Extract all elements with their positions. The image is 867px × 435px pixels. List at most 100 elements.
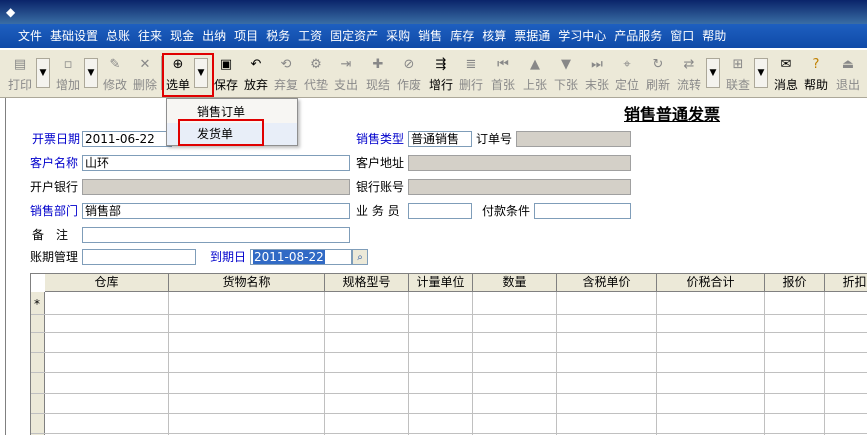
menu-basic-settings[interactable]: 基础设置	[46, 24, 102, 48]
menu-item-sales-order[interactable]: 销售订单	[167, 101, 297, 123]
form-left-border	[5, 98, 6, 435]
menu-help[interactable]: 帮助	[698, 24, 730, 48]
salesman-label: 业 务 员	[356, 204, 400, 218]
printer-icon: ▤	[13, 57, 27, 72]
exit-button[interactable]: ⏏ 退出	[834, 54, 862, 96]
select-label: 选单	[165, 78, 190, 92]
menu-file[interactable]: 文件	[14, 24, 46, 48]
menu-window[interactable]: 窗口	[666, 24, 698, 48]
menu-accounts[interactable]: 往来	[134, 24, 166, 48]
delete-row-button[interactable]: ≣ 删行	[457, 54, 485, 96]
select-doc-icon: ⊕	[172, 57, 184, 72]
due-date-lookup-button[interactable]: ⌕	[352, 249, 368, 265]
void-label: 作废	[396, 78, 421, 92]
col-header-unit[interactable]: 计量单位	[409, 274, 473, 292]
customer-field[interactable]: 山环	[82, 155, 350, 171]
question-icon: ?	[812, 57, 820, 72]
select-dropdown[interactable]: ▼	[194, 58, 208, 88]
toolbar: ▤ 打印 ▼ ▫ 增加 ▼ ✎ 修改 ✕ 删除 ⊕ 选单 ▼ ▣ 保存 ↶ 放弃	[0, 50, 867, 98]
col-header-spec[interactable]: 规格型号	[325, 274, 409, 292]
arrow-down-icon: ▼	[87, 68, 95, 78]
new-doc-icon: ▫	[63, 57, 73, 72]
menu-costing[interactable]: 核算	[478, 24, 510, 48]
void-button[interactable]: ⊘ 作废	[395, 54, 423, 96]
page-title: 销售普通发票	[624, 105, 721, 124]
menu-learning-center[interactable]: 学习中心	[554, 24, 610, 48]
due-date-field[interactable]: 2011-08-22	[250, 249, 352, 265]
bank-account-field[interactable]	[408, 179, 631, 195]
col-header-total[interactable]: 价税合计	[657, 274, 765, 292]
col-header-quote[interactable]: 报价	[765, 274, 825, 292]
cash-button[interactable]: ✚ 现结	[364, 54, 392, 96]
invoice-date-field[interactable]: 2011-06-22	[82, 131, 172, 147]
pay-button[interactable]: ⇥ 支出	[332, 54, 360, 96]
order-no-field[interactable]	[516, 131, 631, 147]
menu-fixed-assets[interactable]: 固定资产	[326, 24, 382, 48]
salesman-field[interactable]	[408, 203, 472, 219]
discard-button[interactable]: ↶ 放弃	[242, 54, 270, 96]
transfer-button[interactable]: ⇄ 流转	[675, 54, 703, 96]
next-button[interactable]: ▼ 下张	[552, 54, 580, 96]
restore-button[interactable]: ⟲ 弃复	[272, 54, 300, 96]
sales-type-label: 销售类型	[356, 132, 405, 146]
first-label: 首张	[490, 78, 515, 92]
refresh-button[interactable]: ↻ 刷新	[644, 54, 672, 96]
save-label: 保存	[213, 78, 238, 92]
transfer-icon: ⇄	[683, 57, 695, 72]
sales-type-field[interactable]: 普通销售	[408, 131, 472, 147]
add-row-button[interactable]: ⇶ 增行	[427, 54, 455, 96]
menu-bar: 文件 基础设置 总账 往来 现金 出纳 项目 税务 工资 固定资产 采购 销售 …	[0, 24, 867, 48]
advance-button[interactable]: ⚙ 代垫	[302, 54, 330, 96]
col-header-warehouse[interactable]: 仓库	[45, 274, 169, 292]
order-no-label: 订单号	[476, 132, 513, 146]
col-header-quantity[interactable]: 数量	[473, 274, 557, 292]
menu-cash[interactable]: 现金	[166, 24, 198, 48]
linked-query-label: 联查	[725, 78, 750, 92]
restore-label: 弃复	[273, 78, 298, 92]
dept-field[interactable]: 销售部	[82, 203, 350, 219]
menu-bills[interactable]: 票据通	[510, 24, 554, 48]
exit-label: 退出	[835, 78, 860, 92]
menu-sales[interactable]: 销售	[414, 24, 446, 48]
locate-button[interactable]: ⌖ 定位	[613, 54, 641, 96]
customer-label: 客户名称	[30, 156, 79, 170]
col-header-discount[interactable]: 折扣	[825, 274, 867, 292]
edit-button[interactable]: ✎ 修改	[101, 54, 129, 96]
prev-label: 上张	[522, 78, 547, 92]
first-button[interactable]: ⏮ 首张	[489, 54, 517, 96]
menu-purchase[interactable]: 采购	[382, 24, 414, 48]
menu-general-ledger[interactable]: 总账	[102, 24, 134, 48]
message-button[interactable]: ✉ 消息	[772, 54, 800, 96]
add-button[interactable]: ▫ 增加	[54, 54, 82, 96]
menu-product-service[interactable]: 产品服务	[610, 24, 666, 48]
advance-icon: ⚙	[310, 57, 322, 72]
delete-button[interactable]: ✕ 删除	[131, 54, 159, 96]
customer-address-field[interactable]	[408, 155, 631, 171]
bank-field[interactable]	[82, 179, 350, 195]
print-button[interactable]: ▤ 打印	[6, 54, 34, 96]
menu-tax[interactable]: 税务	[262, 24, 294, 48]
prev-button[interactable]: ▲ 上张	[521, 54, 549, 96]
payment-terms-field[interactable]	[534, 203, 631, 219]
pay-icon: ⇥	[340, 57, 352, 72]
remark-field[interactable]	[82, 227, 350, 243]
menu-cashier[interactable]: 出纳	[198, 24, 230, 48]
linked-query-dropdown[interactable]: ▼	[754, 58, 768, 88]
select-button[interactable]: ⊕ 选单	[164, 54, 192, 96]
menu-payroll[interactable]: 工资	[294, 24, 326, 48]
menu-project[interactable]: 项目	[230, 24, 262, 48]
transfer-dropdown[interactable]: ▼	[706, 58, 720, 88]
print-dropdown[interactable]: ▼	[36, 58, 50, 88]
period-field[interactable]	[82, 249, 196, 265]
add-dropdown[interactable]: ▼	[84, 58, 98, 88]
menu-item-delivery-note[interactable]: 发货单	[167, 123, 297, 145]
cash-label: 现结	[365, 78, 390, 92]
menu-inventory[interactable]: 库存	[446, 24, 478, 48]
line-items-grid: * 仓库 货物名称 规格型号 计量单位 数量 含税单价 价税合计 报价 折扣	[30, 273, 867, 435]
help-button[interactable]: ? 帮助	[802, 54, 830, 96]
linked-query-button[interactable]: ⊞ 联查	[724, 54, 752, 96]
col-header-unit-price[interactable]: 含税单价	[557, 274, 657, 292]
last-button[interactable]: ⏭ 末张	[583, 54, 611, 96]
save-button[interactable]: ▣ 保存	[212, 54, 240, 96]
col-header-goods-name[interactable]: 货物名称	[169, 274, 325, 292]
